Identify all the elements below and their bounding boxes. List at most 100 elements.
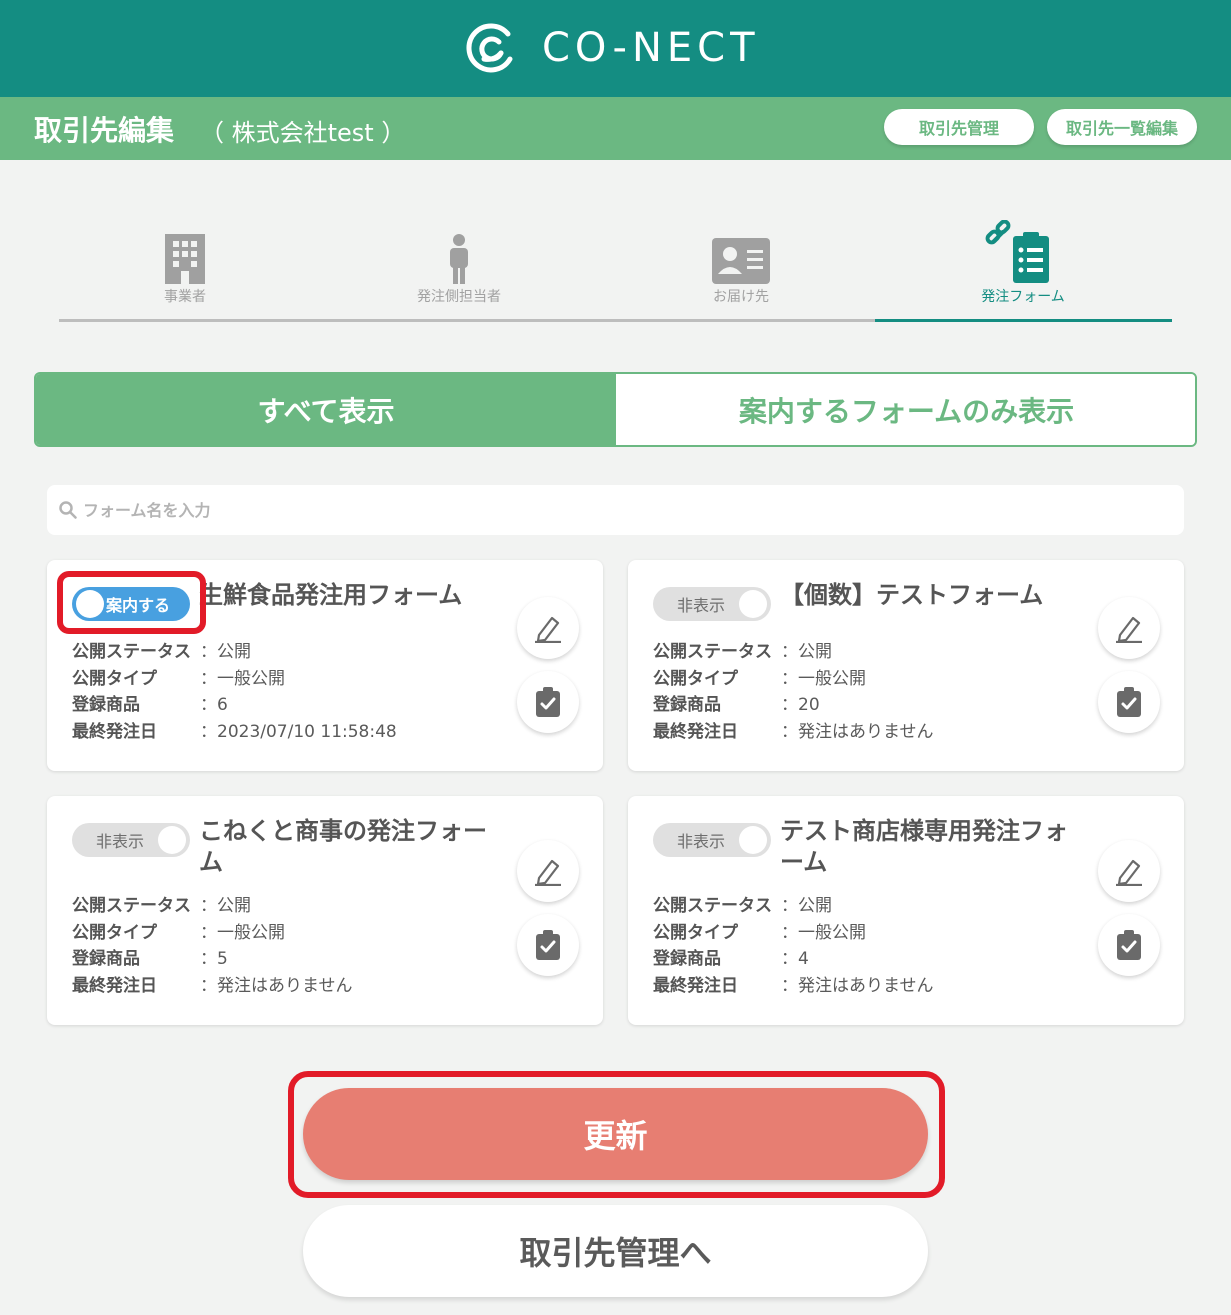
last-order-label: 最終発注日 xyxy=(72,975,157,996)
step-tabs: 事業者 発注側担当者 お届け先 発注フォーム xyxy=(59,220,1172,322)
products-value: ：20 xyxy=(781,695,820,715)
form-filter-toggle: すべて表示 案内するフォームのみ表示 xyxy=(34,372,1197,447)
pencil-icon xyxy=(1116,616,1142,643)
edit-button[interactable] xyxy=(517,597,579,659)
person-icon xyxy=(450,234,468,284)
type-label: 公開タイプ xyxy=(72,668,157,689)
tab-order-form[interactable]: 発注フォーム xyxy=(923,220,1123,310)
products-label: 登録商品 xyxy=(72,949,140,969)
status-value: ：公開 xyxy=(200,642,251,662)
tab-orderer-contact-label: 発注側担当者 xyxy=(417,289,501,305)
toggle-knob xyxy=(739,590,767,618)
edit-button[interactable] xyxy=(1098,840,1160,902)
guide-toggle-switch[interactable]: 非表示 xyxy=(653,823,771,857)
clipboard-check-icon xyxy=(536,687,560,717)
form-name: 生鮮食品発注用フォーム xyxy=(199,581,463,609)
tab-order-form-label: 発注フォーム xyxy=(981,289,1065,305)
status-label: 公開ステータス xyxy=(72,896,191,916)
pencil-icon xyxy=(1116,859,1142,886)
show-guided-only-button[interactable]: 案内するフォームのみ表示 xyxy=(616,374,1195,445)
clipboard-check-button[interactable] xyxy=(1098,671,1160,733)
form-name: 【個数】テストフォーム xyxy=(780,581,1044,609)
clipboard-list-icon xyxy=(985,220,1049,283)
type-label: 公開タイプ xyxy=(72,922,157,943)
highlight-toggle-annotation xyxy=(57,571,206,634)
edit-button[interactable] xyxy=(1098,597,1160,659)
form-name: テスト商店様専用発注フォーム xyxy=(780,817,1068,876)
pencil-icon xyxy=(535,859,561,886)
toggle-label: 非表示 xyxy=(677,832,726,851)
status-label: 公開ステータス xyxy=(653,642,772,662)
building-icon xyxy=(165,234,205,284)
toggle-label: 非表示 xyxy=(677,596,726,615)
clipboard-check-button[interactable] xyxy=(517,914,579,976)
type-value: ：一般公開 xyxy=(200,922,285,943)
back-to-supplier-management-button[interactable]: 取引先管理へ xyxy=(303,1205,928,1297)
tab-orderer-contact[interactable]: 発注側担当者 xyxy=(359,220,559,310)
edit-button[interactable] xyxy=(517,840,579,902)
status-label: 公開ステータス xyxy=(72,642,191,662)
last-order-label: 最終発注日 xyxy=(653,721,738,742)
status-label: 公開ステータス xyxy=(653,896,772,916)
clipboard-check-icon xyxy=(536,930,560,960)
clipboard-check-icon xyxy=(1117,687,1141,717)
tab-delivery-label: お届け先 xyxy=(713,289,769,305)
products-value: ：4 xyxy=(781,949,809,969)
form-search-input[interactable] xyxy=(83,500,983,520)
last-order-value: ：発注はありません xyxy=(781,721,934,742)
show-all-button[interactable]: すべて表示 xyxy=(36,374,616,445)
page-title: 取引先編集 xyxy=(34,114,175,147)
form-info: 公開ステータス ：公開 公開タイプ ：一般公開 登録商品 ：4 最終発注日 ：発注はあり… xyxy=(653,893,934,999)
last-order-value: ：発注はありません xyxy=(200,975,353,996)
tab-business[interactable]: 事業者 xyxy=(85,220,285,310)
form-card: 非表示 【個数】テストフォーム 公開ステータス ：公開 公開タイプ ：一般公開 登録… xyxy=(628,560,1184,771)
products-value: ：5 xyxy=(200,949,228,969)
tab-delivery[interactable]: お届け先 xyxy=(641,220,841,310)
type-label: 公開タイプ xyxy=(653,922,738,943)
highlight-update-annotation xyxy=(288,1071,945,1198)
last-order-value: ：発注はありません xyxy=(781,975,934,996)
status-value: ：公開 xyxy=(781,642,832,662)
products-value: ：6 xyxy=(200,695,228,715)
type-value: ：一般公開 xyxy=(781,668,866,689)
conect-logo-icon xyxy=(466,23,513,73)
toggle-knob xyxy=(739,826,767,854)
status-value: ：公開 xyxy=(200,896,251,916)
clipboard-check-button[interactable] xyxy=(517,671,579,733)
page-header: 取引先編集 （ 株式会社test ） 取引先管理 取引先一覧編集 xyxy=(0,97,1231,160)
last-order-label: 最終発注日 xyxy=(653,975,738,996)
form-name: こねくと商事の発注フォーム xyxy=(199,817,487,876)
pencil-icon xyxy=(535,616,561,643)
supplier-management-button[interactable]: 取引先管理 xyxy=(884,109,1034,145)
company-name: （ 株式会社test ） xyxy=(200,119,406,147)
type-value: ：一般公開 xyxy=(200,668,285,689)
type-label: 公開タイプ xyxy=(653,668,738,689)
search-icon xyxy=(59,501,77,519)
products-label: 登録商品 xyxy=(653,949,721,969)
type-value: ：一般公開 xyxy=(781,922,866,943)
guide-toggle-switch[interactable]: 非表示 xyxy=(653,587,771,621)
form-card: 非表示 テスト商店様専用発注フォーム 公開ステータス ：公開 公開タイプ ：一般公開… xyxy=(628,796,1184,1025)
form-info: 公開ステータス ：公開 公開タイプ ：一般公開 登録商品 ：20 最終発注日 ：発注はあ… xyxy=(653,639,934,745)
contact-card-icon xyxy=(712,238,770,284)
supplier-list-edit-button[interactable]: 取引先一覧編集 xyxy=(1047,109,1197,145)
products-label: 登録商品 xyxy=(653,695,721,715)
step-active-indicator xyxy=(875,319,1172,322)
products-label: 登録商品 xyxy=(72,695,140,715)
form-info: 公開ステータス ：公開 公開タイプ ：一般公開 登録商品 ：6 最終発注日 ：2023/… xyxy=(72,639,397,745)
form-info: 公開ステータス ：公開 公開タイプ ：一般公開 登録商品 ：5 最終発注日 ：発注はあり… xyxy=(72,893,353,999)
last-order-label: 最終発注日 xyxy=(72,721,157,742)
tab-business-label: 事業者 xyxy=(164,289,206,305)
toggle-label: 非表示 xyxy=(96,832,145,851)
guide-toggle-switch[interactable]: 非表示 xyxy=(72,823,190,857)
form-search-box xyxy=(47,485,1184,535)
clipboard-check-button[interactable] xyxy=(1098,914,1160,976)
last-order-value: ：2023/07/10 11:58:48 xyxy=(200,721,397,742)
brand-logo[interactable]: CO-NECT xyxy=(464,20,760,76)
status-value: ：公開 xyxy=(781,896,832,916)
brand-name: CO-NECT xyxy=(542,25,760,71)
toggle-knob xyxy=(158,826,186,854)
clipboard-check-icon xyxy=(1117,930,1141,960)
top-header: CO-NECT xyxy=(0,0,1231,97)
form-card: 非表示 こねくと商事の発注フォーム 公開ステータス ：公開 公開タイプ ：一般公開 … xyxy=(47,796,603,1025)
